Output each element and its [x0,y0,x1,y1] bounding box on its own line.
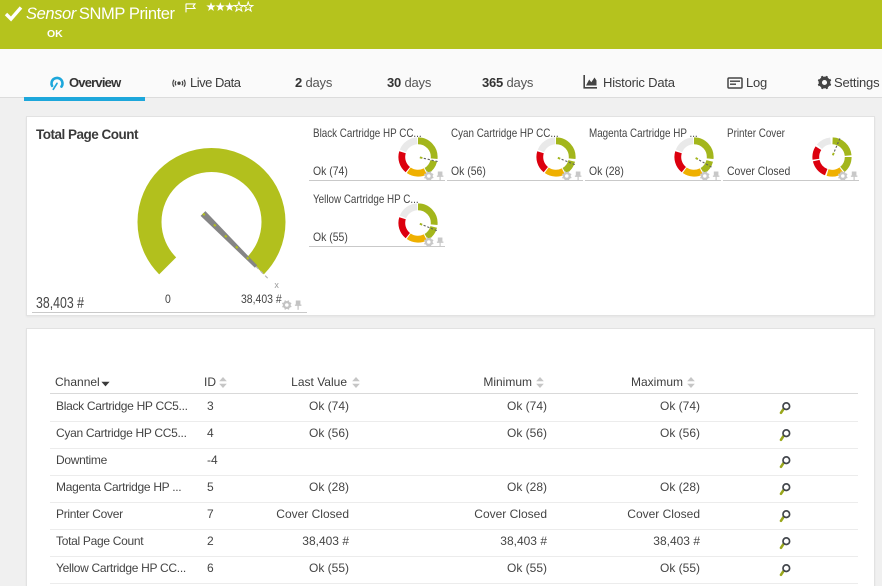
svg-text:x: x [274,280,279,290]
